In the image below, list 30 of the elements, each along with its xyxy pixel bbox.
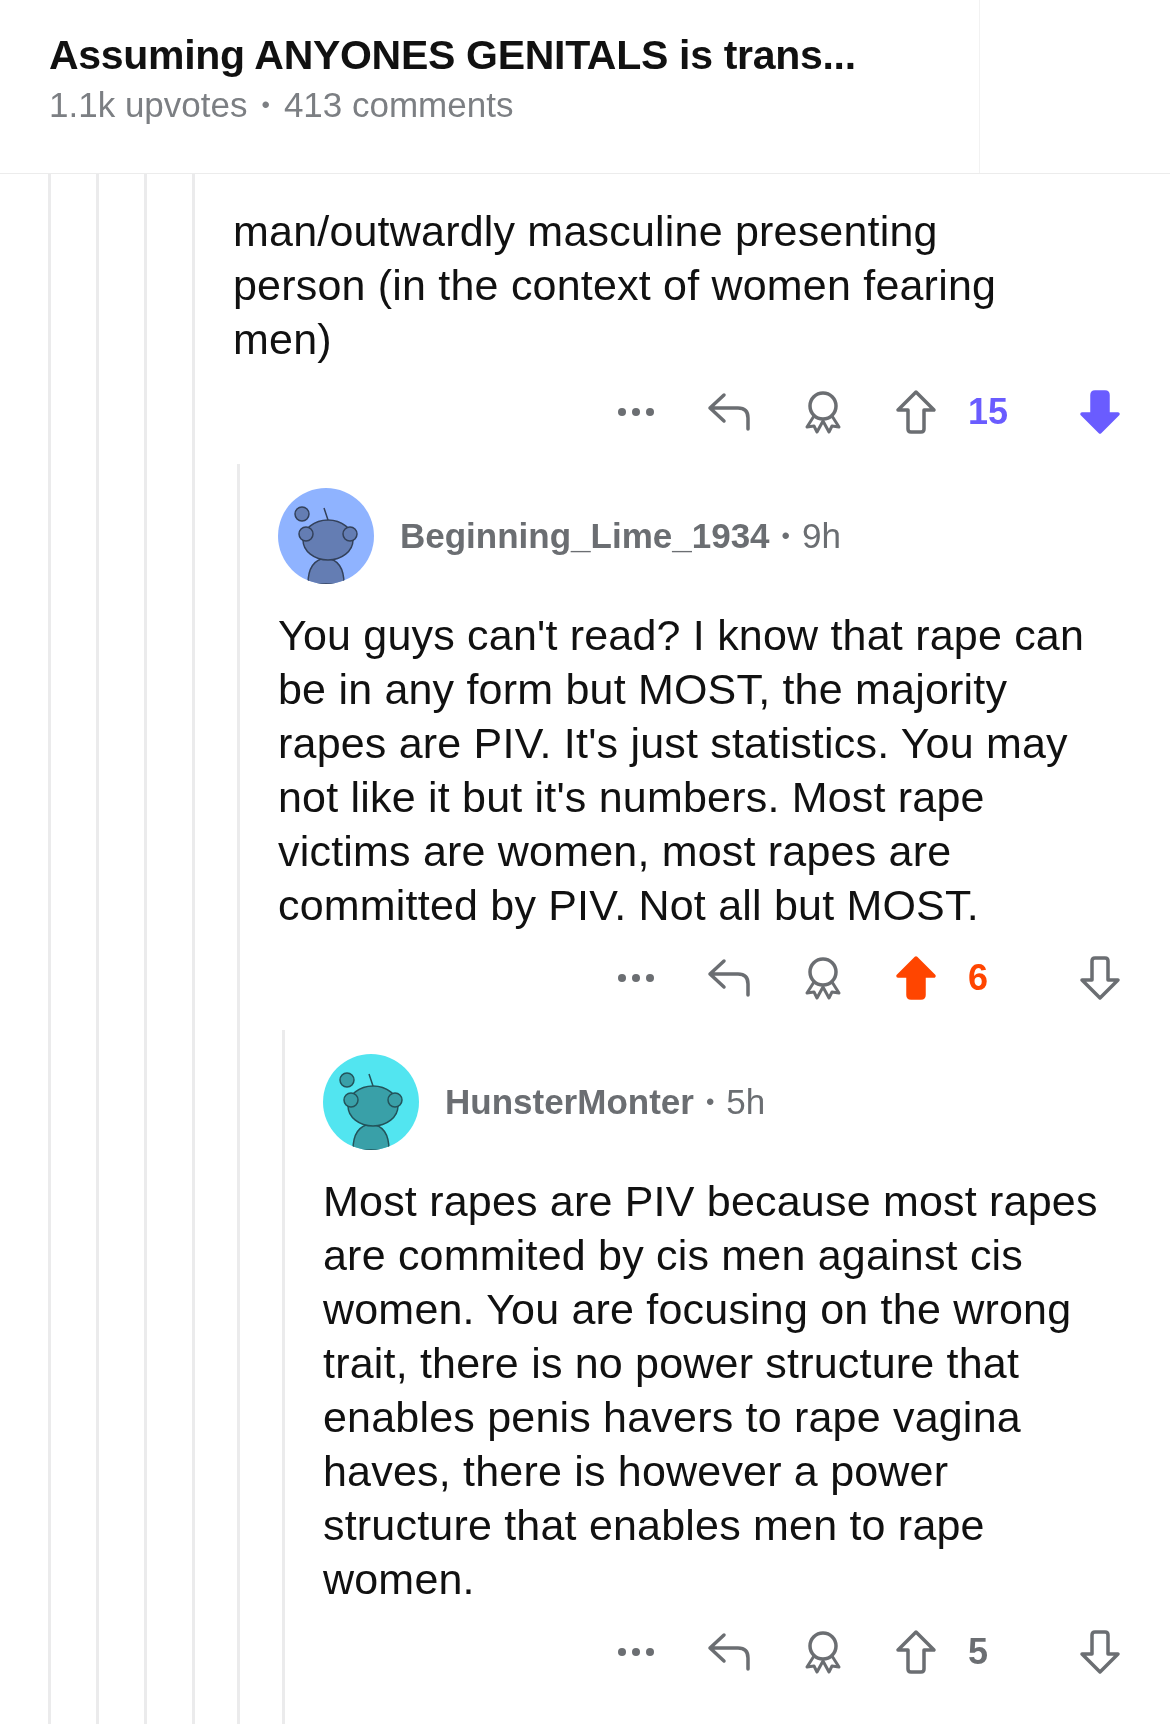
reply-icon[interactable] (706, 391, 752, 433)
comment-count: 413 comments (283, 84, 514, 126)
username[interactable]: HunsterMonter (445, 1082, 694, 1122)
comment-age: 9h (802, 516, 841, 556)
upvote-icon[interactable] (894, 955, 938, 1001)
vote-score: 15 (968, 391, 1010, 433)
upvote-icon[interactable] (894, 389, 938, 435)
downvote-icon[interactable] (1078, 955, 1122, 1001)
vote-score: 6 (968, 957, 990, 999)
comment-text: man/outwardly masculine presenting person (in the context of women fearing men) (233, 206, 998, 365)
upvote-count: 1.1k upvotes (49, 84, 248, 126)
reply-icon[interactable] (706, 1631, 752, 1673)
reply-icon[interactable] (706, 957, 752, 999)
separator: • (781, 522, 790, 550)
username[interactable]: Beginning_Lime_1934 (400, 516, 770, 556)
comment-text: Most rapes are PIV because most rapes are commited by cis men against cis women. You are focusing on the wrong trait, there is no power structure that enables penis havers to rape vagina haves, there is however a power structure that enables men to rape women. (323, 1176, 1099, 1605)
post-title: Assuming ANYONES GENITALS is trans... (49, 31, 857, 80)
comment-age: 5h (726, 1082, 766, 1122)
more-icon[interactable] (616, 973, 656, 983)
vote-score: 5 (968, 1631, 990, 1673)
comment-text: You guys can't read? I know that rape can be in any form but MOST, the majority rapes are PIV. It's just statistics. You may not like it but it's numbers. Most rape victims are women, most rapes are committed by PIV. Not all but MOST. (278, 610, 1086, 931)
downvote-icon[interactable] (1078, 1629, 1122, 1675)
separator: • (261, 90, 270, 120)
more-icon[interactable] (616, 407, 656, 417)
downvote-icon[interactable] (1078, 389, 1122, 435)
avatar[interactable] (278, 488, 374, 584)
separator: • (705, 1088, 715, 1116)
avatar[interactable] (323, 1054, 419, 1150)
upvote-icon[interactable] (894, 1629, 938, 1675)
more-icon[interactable] (616, 1647, 656, 1657)
